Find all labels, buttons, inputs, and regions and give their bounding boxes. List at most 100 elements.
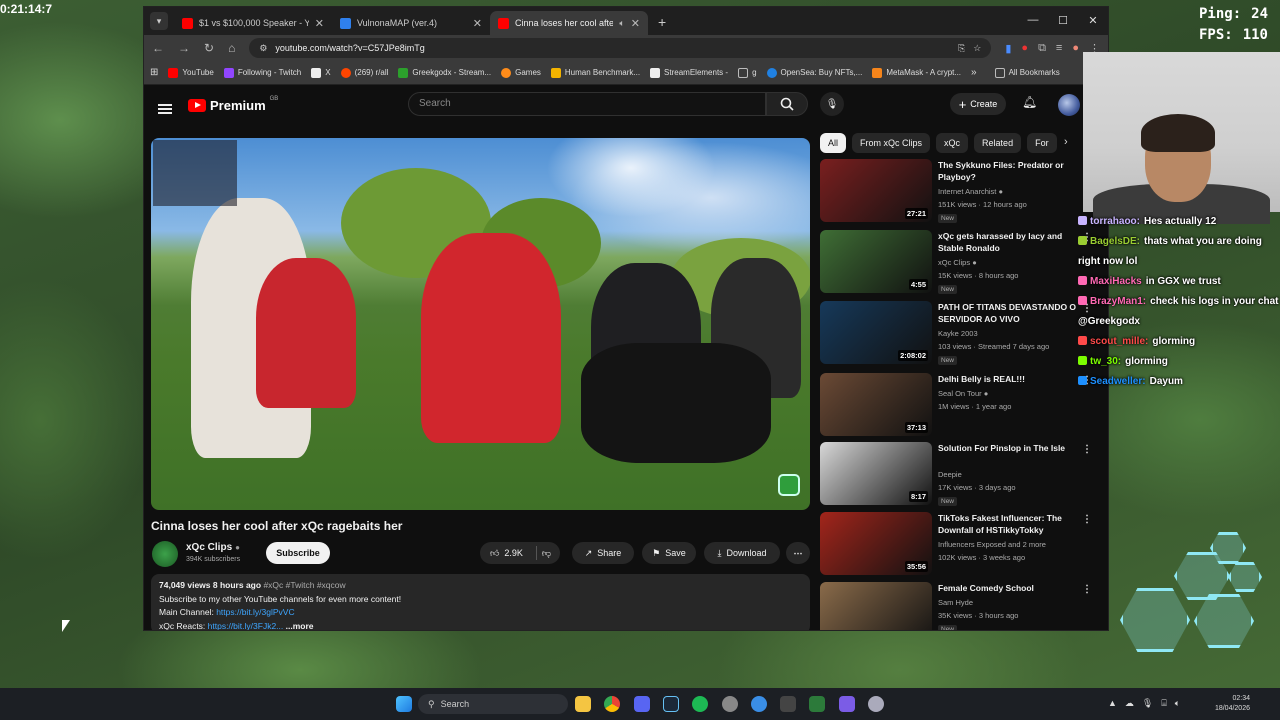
steam-icon[interactable] [663,696,679,712]
hashtags[interactable]: #xQc #Twitch #xqcow [263,580,345,590]
bookmark-item[interactable]: StreamElements - [650,67,728,78]
new-tab-icon[interactable]: + [658,14,666,30]
bookmark-item[interactable]: Games [501,67,541,78]
chevron-right-icon[interactable]: › [1064,136,1068,148]
video-thumbnail[interactable]: 4:55 [820,230,932,293]
chat-username[interactable]: BagelsDE: [1090,236,1140,247]
recommended-video[interactable]: Female Comedy School Sam Hyde 35K views · … [820,582,1108,630]
extension-icon[interactable]: ▮ [1005,42,1011,55]
save-button[interactable]: ⚑ Save [642,542,696,564]
close-tab-icon[interactable]: ✕ [473,17,482,30]
download-button[interactable]: ⤓ Download [704,542,780,564]
file-explorer-icon[interactable] [575,696,591,712]
recommended-video[interactable]: 4:55 xQc gets harassed by lacy and Stable… [820,230,1108,296]
chat-username[interactable]: torrahaoo: [1090,216,1140,227]
subscribe-button[interactable]: Subscribe [266,542,330,564]
chat-username[interactable]: BrazyMan1: [1090,296,1146,307]
tab-3-active[interactable]: Cinna loses her cool after xQc ragebaits… [490,11,648,35]
bookmark-folder[interactable]: g [738,67,757,78]
chip-related[interactable]: Related [974,133,1022,153]
channel-name[interactable]: xQc Clips ● [186,542,240,553]
voice-search-mic-icon[interactable]: 🎙︎ [820,92,844,116]
volume-icon[interactable]: 🔈︎ [1175,698,1180,709]
menu-hamburger-icon[interactable] [158,104,172,114]
main-channel-link[interactable]: https://bit.ly/3glPvVC [216,607,294,617]
video-player[interactable] [151,138,810,510]
search-input[interactable]: Search [408,92,766,116]
more-bookmarks-icon[interactable]: » [971,67,977,78]
bookmark-item[interactable]: YouTube [168,67,214,78]
recommended-video[interactable]: 2:08:02 PATH OF TITANS DEVASTANDO O SERVI… [820,301,1108,367]
video-title[interactable]: TikToks Fakest Influencer: The Downfall … [938,512,1088,536]
chrome-icon[interactable] [604,696,620,712]
video-title[interactable]: The Sykkuno Files: Predator or Playboy? [938,159,1088,183]
chat-username[interactable]: MaxiHacks [1090,276,1142,287]
settings-icon[interactable] [868,696,884,712]
search-button[interactable] [766,92,808,116]
video-thumbnail[interactable]: 2:08:02 [820,301,932,364]
taskbar-search[interactable]: ⚲ Search [418,694,568,714]
start-icon[interactable] [396,696,412,712]
back-icon[interactable]: ← [152,41,164,55]
share-button[interactable]: ↗ Share [572,542,634,564]
channel-name[interactable]: Seal On Tour ● [938,388,988,399]
extension-icon[interactable]: ● [1021,42,1028,54]
chip-xqc[interactable]: xQc [936,133,969,153]
minimize-icon[interactable]: — [1018,7,1048,33]
show-more-button[interactable]: ...more [286,621,314,631]
home-icon[interactable]: ⌂ [228,41,235,55]
spotify-icon[interactable] [692,696,708,712]
video-thumbnail[interactable]: 35:56 [820,512,932,575]
chip-for-you[interactable]: For [1027,133,1057,153]
channel-name[interactable]: Internet Anarchist ● [938,186,1003,197]
like-icon[interactable]: 👍︎ [490,548,499,559]
more-actions-button[interactable]: ⋯ [786,542,810,564]
chip-from-channel[interactable]: From xQc Clips [852,133,931,153]
account-avatar[interactable] [1058,94,1080,116]
app-icon[interactable] [722,696,738,712]
channel-name[interactable]: Kayke 2003 [938,328,978,339]
bookmark-item[interactable]: Human Benchmark... [550,67,640,78]
channel-name[interactable]: xQc Clips ● [938,257,977,268]
network-icon[interactable]: ⌸ [1161,698,1166,709]
discord-icon[interactable] [634,696,650,712]
app-icon[interactable] [780,696,796,712]
extensions-puzzle-icon[interactable]: ⧉ [1038,42,1046,55]
video-thumbnail[interactable]: 8:17 [820,442,932,505]
recommended-video[interactable]: 27:21 The Sykkuno Files: Predator or Play… [820,159,1108,225]
maximize-icon[interactable]: ☐ [1048,7,1078,33]
channel-name[interactable]: Sam Hyde [938,597,973,608]
video-thumbnail[interactable]: 27:21 [820,159,932,222]
reload-icon[interactable]: ↻ [204,41,214,55]
close-tab-icon[interactable]: ✕ [315,17,324,30]
address-bar[interactable]: ⚙︎ youtube.com/watch?v=C57JPe8imTg ⎘ ☆ [249,38,992,58]
recommended-video[interactable]: 37:13 Delhi Belly is REAL!!! Seal On Tour … [820,373,1108,439]
close-tab-icon[interactable]: ✕ [631,17,640,30]
bookmark-item[interactable]: X [311,67,331,78]
install-icon[interactable]: ⎘ [958,43,965,54]
video-thumbnail[interactable]: 37:13 [820,373,932,436]
speaker-icon[interactable]: 🔈︎ [619,18,624,29]
create-button[interactable]: + Create [950,93,1006,115]
channel-name[interactable]: Influencers Exposed and 2 more [938,539,1046,550]
chat-username[interactable]: scout_mille: [1090,336,1148,347]
app-icon[interactable] [839,696,855,712]
video-thumbnail[interactable] [820,582,932,630]
media-controls-icon[interactable]: ≡ [1056,42,1062,54]
clock[interactable]: 02:34 18/04/2026 [1215,694,1250,714]
chat-username[interactable]: Seadweller: [1090,376,1146,387]
tab-search-menu-icon[interactable]: ▾ [150,12,168,30]
channel-avatar[interactable] [152,541,178,567]
app-icon[interactable] [751,696,767,712]
close-window-icon[interactable]: ✕ [1078,7,1108,33]
more-options-icon[interactable]: ⋮ [1082,444,1092,455]
chip-all[interactable]: All [820,133,847,153]
channel-name[interactable]: Deepie [938,469,962,480]
bookmark-star-icon[interactable]: ☆ [973,43,981,54]
site-info-icon[interactable]: ⚙︎ [259,43,267,54]
video-description[interactable]: 74,049 views 8 hours ago #xQc #Twitch #x… [151,574,810,630]
bookmark-item[interactable]: Following - Twitch [223,67,301,78]
recommended-video[interactable]: 35:56 TikToks Fakest Influencer: The Down… [820,512,1108,578]
video-title[interactable]: Solution For Pinslop in The Isle [938,442,1088,454]
tab-2[interactable]: VulnonaMAP (ver.4) ✕ [332,11,490,35]
